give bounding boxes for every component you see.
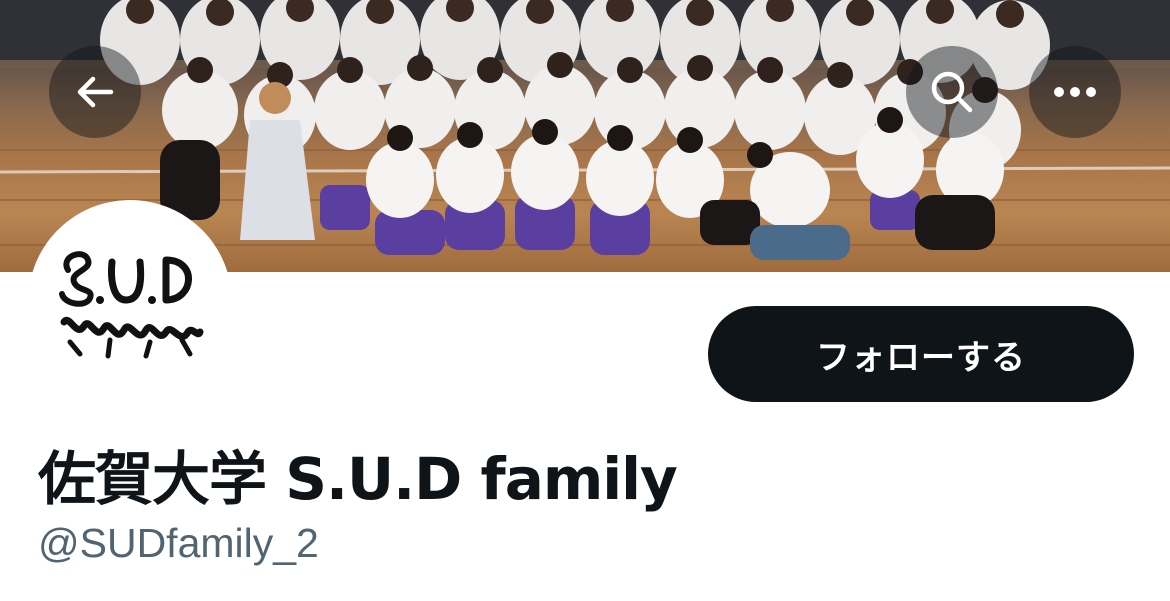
avatar-image xyxy=(36,208,224,396)
profile-display-name: 佐賀大学 S.U.D family xyxy=(38,445,678,513)
more-button[interactable] xyxy=(1029,46,1121,138)
more-horizontal-icon xyxy=(1054,87,1096,97)
profile-handle: @SUDfamily_2 xyxy=(38,520,319,566)
follow-button[interactable]: フォローする xyxy=(708,306,1134,402)
profile-avatar[interactable] xyxy=(28,200,232,404)
arrow-left-icon xyxy=(77,76,114,108)
search-icon xyxy=(931,71,973,113)
back-button[interactable] xyxy=(49,46,141,138)
search-button[interactable] xyxy=(906,46,998,138)
sud-family-logo xyxy=(59,251,204,359)
